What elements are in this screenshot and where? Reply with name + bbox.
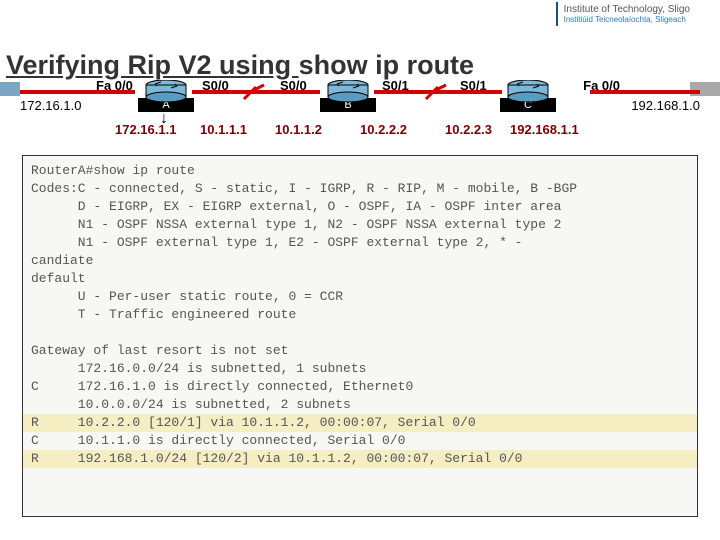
iface-s01-b: S0/1 [382,78,409,93]
term-line: RouterA#show ip route [31,163,195,178]
iface-s00-b: S0/0 [280,78,307,93]
title-underlined: Verifying Rip V2 using [6,50,299,80]
ip-a-right: 10.1.1.1 [200,122,247,137]
term-line: T - Traffic engineered route [31,307,296,322]
lightning-icon [242,83,266,106]
term-line: U - Per-user static route, 0 = CCR [31,289,343,304]
term-line: Gateway of last resort is not set [31,343,288,358]
term-line: N1 - OSPF NSSA external type 1, N2 - OSP… [31,217,562,232]
slide-title: Verifying Rip V2 using show ip route [6,50,474,81]
router-b: B [320,80,376,112]
org-name-ga: Institiúid Teicneolaíochta, Sligeach [564,15,690,24]
terminal-output: RouterA#show ip route Codes:C - connecte… [22,155,698,517]
topology-diagram: 172.16.1.0 192.168.1.0 Fa 0/0 Fa 0/0 A B… [20,78,700,148]
org-header: Institute of Technology, Sligo Institiúi… [556,2,690,26]
iface-fa00-left: Fa 0/0 [96,78,133,93]
title-plain: show ip route [299,50,475,80]
ip-a-left: 172.16.1.1 [115,122,176,137]
lightning-icon [424,83,448,106]
router-icon [507,80,549,100]
ip-b-left: 10.1.1.2 [275,122,322,137]
term-line-highlight: R 192.168.1.0/24 [120/2] via 10.1.1.2, 0… [23,450,697,468]
term-line: default [31,271,86,286]
term-line: 172.16.0.0/24 is subnetted, 1 subnets [31,361,366,376]
ip-c-right: 192.168.1.1 [510,122,579,137]
router-icon [327,80,369,100]
header-accent [556,2,558,26]
term-line-highlight: R 10.2.2.0 [120/1] via 10.1.1.2, 00:00:0… [23,414,697,432]
org-name: Institute of Technology, Sligo [564,4,690,15]
router-icon [145,80,187,100]
iface-fa00-right: Fa 0/0 [583,78,620,93]
term-line: C 10.1.1.0 is directly connected, Serial… [31,433,405,448]
term-line: N1 - OSPF external type 1, E2 - OSPF ext… [31,235,522,250]
slide-tab-stub [0,82,20,96]
router-a: A [138,80,194,112]
net-right-label: 192.168.1.0 [631,98,700,113]
term-line: C 172.16.1.0 is directly connected, Ethe… [31,379,413,394]
term-line: Codes:C - connected, S - static, I - IGR… [31,181,577,196]
router-c: C [500,80,556,112]
ip-b-right: 10.2.2.2 [360,122,407,137]
ip-c-left: 10.2.2.3 [445,122,492,137]
net-left-label: 172.16.1.0 [20,98,81,113]
term-line: 10.0.0.0/24 is subnetted, 2 subnets [31,397,351,412]
term-line: D - EIGRP, EX - EIGRP external, O - OSPF… [31,199,562,214]
term-line: candiate [31,253,93,268]
iface-s00-a: S0/0 [202,78,229,93]
iface-s01-c: S0/1 [460,78,487,93]
